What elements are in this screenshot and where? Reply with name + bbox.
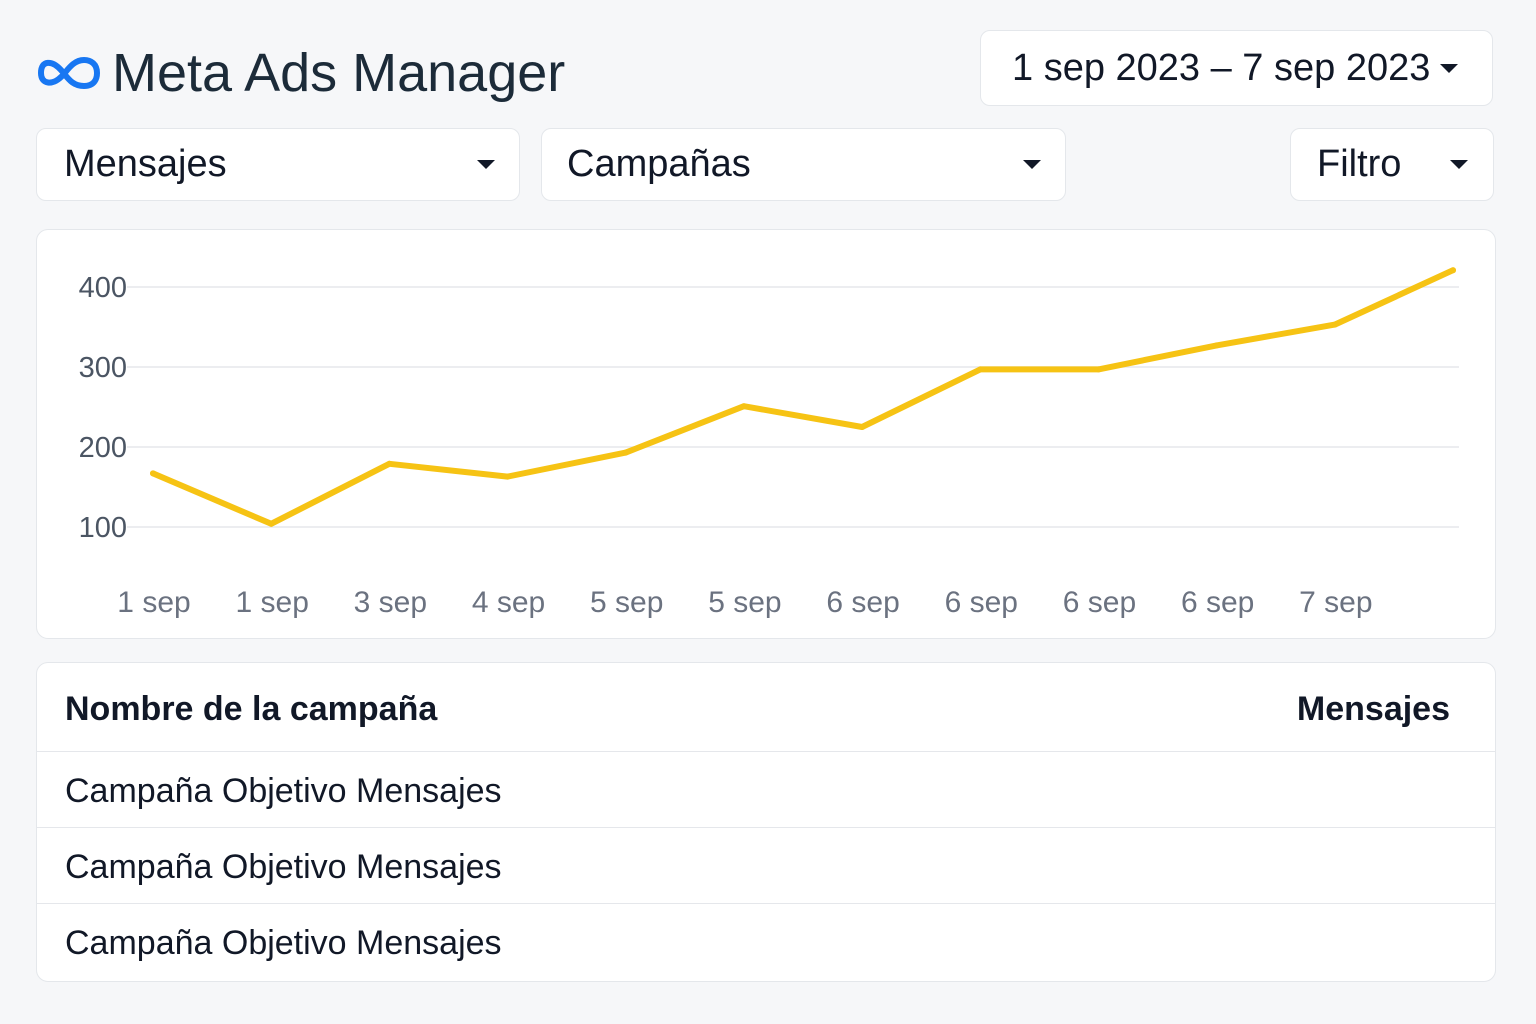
column-header-campaign-name[interactable]: Nombre de la campaña	[65, 690, 437, 729]
metric-dropdown-label: Mensajes	[64, 143, 227, 185]
table-header: Nombre de la campaña Mensajes	[37, 663, 1495, 752]
app-header: Meta Ads Manager	[34, 38, 565, 108]
x-tick-label: 6 sep	[945, 586, 1018, 619]
chevron-down-icon	[1023, 160, 1041, 169]
data-point[interactable]	[1450, 267, 1456, 274]
filter-dropdown[interactable]: Filtro	[1290, 128, 1494, 201]
date-range-label: 1 sep 2023 – 7 sep 2023	[1012, 46, 1431, 89]
column-header-messages[interactable]: Mensajes	[1297, 690, 1450, 729]
campaigns-table: Nombre de la campaña Mensajes Campaña Ob…	[36, 662, 1496, 982]
level-dropdown[interactable]: Campañas	[541, 128, 1066, 201]
meta-logo-icon	[38, 57, 100, 89]
y-tick-label: 300	[79, 352, 127, 384]
campaign-name-cell: Campaña Objetivo Mensajes	[65, 772, 502, 810]
y-tick-label: 400	[79, 272, 127, 304]
x-tick-label: 7 sep	[1299, 586, 1372, 619]
data-point[interactable]	[859, 424, 866, 430]
data-point[interactable]	[1213, 342, 1220, 349]
x-tick-label: 3 sep	[354, 586, 427, 619]
messages-line-chart: 400 300 200 100 1 sep 1 sep 3 sep 4 sep 5 sep 5 s…	[79, 267, 1459, 619]
data-point[interactable]	[150, 470, 156, 477]
campaign-name-cell: Campaña Objetivo Mensajes	[65, 924, 502, 962]
data-point[interactable]	[622, 449, 629, 456]
x-tick-label: 1 sep	[235, 586, 308, 619]
x-tick-label: 5 sep	[590, 586, 663, 619]
x-tick-label: 4 sep	[472, 586, 545, 619]
data-point[interactable]	[386, 460, 393, 467]
chevron-down-icon	[1450, 160, 1468, 169]
campaign-name-cell: Campaña Objetivo Mensajes	[65, 848, 502, 886]
x-tick-label: 1 sep	[117, 586, 190, 619]
y-tick-label: 100	[79, 512, 127, 544]
x-tick-label: 5 sep	[708, 586, 781, 619]
chevron-down-icon	[1440, 63, 1458, 73]
table-row[interactable]: Campaña Objetivo Mensajes	[37, 904, 1495, 980]
y-tick-label: 200	[79, 432, 127, 464]
x-tick-label: 6 sep	[1181, 586, 1254, 619]
date-range-picker[interactable]: 1 sep 2023 – 7 sep 2023	[980, 30, 1493, 106]
level-dropdown-label: Campañas	[567, 143, 751, 185]
x-tick-label: 6 sep	[826, 586, 899, 619]
x-tick-label: 6 sep	[1063, 586, 1136, 619]
data-point[interactable]	[504, 473, 511, 480]
data-point[interactable]	[740, 403, 747, 410]
metric-dropdown[interactable]: Mensajes	[36, 128, 520, 201]
app-title: Meta Ads Manager	[112, 43, 566, 103]
data-point[interactable]	[1331, 321, 1338, 328]
messages-series-line	[150, 267, 1456, 527]
chevron-down-icon	[477, 160, 495, 169]
data-point[interactable]	[268, 520, 275, 527]
filter-dropdown-label: Filtro	[1317, 143, 1402, 185]
data-point[interactable]	[977, 366, 984, 373]
table-row[interactable]: Campaña Objetivo Mensajes	[37, 752, 1495, 828]
data-point[interactable]	[1095, 366, 1102, 373]
messages-chart-card: 400 300 200 100 1 sep 1 sep 3 sep 4 sep 5 sep 5 s…	[36, 229, 1496, 639]
table-row[interactable]: Campaña Objetivo Mensajes	[37, 828, 1495, 904]
